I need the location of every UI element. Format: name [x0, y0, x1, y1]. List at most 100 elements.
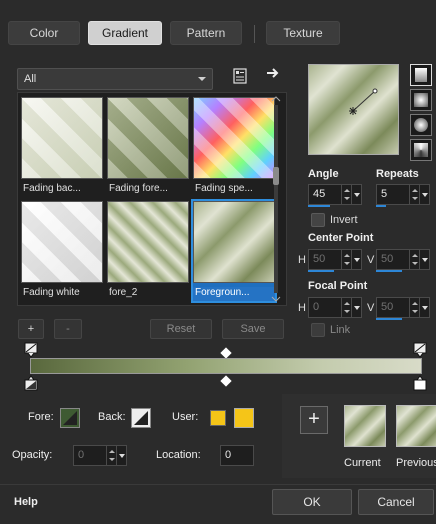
- color-stop-right[interactable]: [413, 375, 427, 394]
- tab-color[interactable]: Color: [8, 21, 80, 45]
- save-gradient-button[interactable]: Save: [222, 319, 284, 339]
- center-v-input[interactable]: 50: [376, 249, 430, 270]
- link-label: Link: [330, 324, 351, 336]
- add-to-preview-button[interactable]: +: [300, 406, 328, 434]
- gradient-bar[interactable]: [30, 358, 422, 374]
- cancel-button[interactable]: Cancel: [358, 489, 434, 515]
- center-v-stepper[interactable]: [409, 250, 419, 269]
- stop-properties-panel: Fore: Back: User: Opacity: 0 Location: 0: [0, 394, 276, 478]
- center-v-slider-fill: [376, 270, 402, 272]
- gallery-item-foreground[interactable]: Foregroun...: [191, 199, 277, 303]
- tab-pattern[interactable]: Pattern: [170, 21, 242, 45]
- help-link[interactable]: Help: [14, 496, 38, 508]
- gallery-scrollbar[interactable]: [270, 95, 282, 303]
- focal-h-input[interactable]: 0: [308, 297, 362, 318]
- focal-v-dropdown[interactable]: [419, 298, 429, 317]
- scrollbar-track: [274, 105, 278, 293]
- radial-style-button[interactable]: [410, 139, 432, 161]
- linear-gradient-icon: [415, 68, 427, 82]
- repeats-dropdown[interactable]: [419, 185, 429, 204]
- gallery-item-label: Foregroun...: [193, 287, 275, 301]
- angle-handle-icon[interactable]: [309, 65, 398, 154]
- gallery-item-fading-background[interactable]: Fading bac...: [21, 97, 103, 197]
- fore-label: Fore:: [28, 411, 54, 423]
- center-h-value: 50: [313, 253, 326, 265]
- focal-h-dropdown[interactable]: [351, 298, 361, 317]
- remove-gradient-button[interactable]: -: [54, 319, 82, 339]
- gallery-item-label: Fading white: [23, 287, 80, 298]
- tab-gradient[interactable]: Gradient: [88, 21, 162, 45]
- focal-v-input[interactable]: 50: [376, 297, 430, 318]
- user-color-small-swatch[interactable]: [210, 410, 226, 426]
- opacity-midpoint-handle[interactable]: [220, 347, 232, 359]
- focal-h-stepper[interactable]: [341, 298, 351, 317]
- location-label: Location:: [156, 449, 201, 461]
- invert-checkbox[interactable]: [311, 213, 325, 227]
- sunburst-style-button[interactable]: [410, 114, 432, 136]
- location-input[interactable]: 0: [220, 445, 254, 466]
- fore-swatch[interactable]: [60, 408, 80, 428]
- angle-stepper[interactable]: [341, 185, 351, 204]
- rectangular-style-button[interactable]: [410, 89, 432, 111]
- repeats-stepper[interactable]: [409, 185, 419, 204]
- repeats-input[interactable]: 5: [376, 184, 430, 205]
- repeats-value: 5: [381, 188, 388, 200]
- opacity-label: Opacity:: [12, 449, 53, 461]
- gallery-item-fading-white[interactable]: Fading white: [21, 201, 103, 301]
- user-label: User:: [172, 411, 199, 423]
- user-color-swatch[interactable]: [234, 408, 254, 428]
- gradient-thumbnail: [193, 201, 275, 283]
- center-h-stepper[interactable]: [341, 250, 351, 269]
- opacity-input[interactable]: 0: [73, 445, 127, 466]
- chevron-down-icon[interactable]: [271, 295, 281, 303]
- center-h-input[interactable]: 50: [308, 249, 362, 270]
- focal-h-label: H: [298, 302, 306, 314]
- chevron-up-icon[interactable]: [271, 95, 281, 103]
- add-gradient-button[interactable]: +: [18, 319, 44, 339]
- gradient-thumbnail: [21, 201, 103, 283]
- focal-v-stepper[interactable]: [409, 298, 419, 317]
- ok-button[interactable]: OK: [272, 489, 352, 515]
- fore-color-icon: [63, 411, 77, 425]
- gradient-thumbnail: [21, 97, 103, 179]
- angle-label: Angle: [308, 168, 339, 180]
- current-gradient-swatch: [344, 405, 386, 447]
- rectangular-gradient-icon: [414, 93, 428, 107]
- color-stop-left[interactable]: [24, 375, 38, 394]
- back-swatch[interactable]: [131, 408, 151, 428]
- angle-input[interactable]: 45: [308, 184, 362, 205]
- opacity-stepper[interactable]: [106, 446, 116, 465]
- scrollbar-thumb[interactable]: [273, 167, 279, 185]
- linear-style-button[interactable]: [410, 64, 432, 86]
- reset-button[interactable]: Reset: [150, 319, 212, 339]
- gallery-item-label: Fading bac...: [23, 183, 81, 194]
- list-icon: [233, 68, 247, 84]
- center-v-dropdown[interactable]: [419, 250, 429, 269]
- gallery-item-fore-2[interactable]: fore_2: [107, 201, 189, 301]
- center-v-value: 50: [381, 253, 394, 265]
- opacity-dropdown[interactable]: [116, 446, 126, 465]
- color-midpoint-handle[interactable]: [220, 375, 232, 387]
- previous-label: Previous: [396, 457, 436, 469]
- gallery-item-fading-spectrum[interactable]: Fading spe...: [193, 97, 275, 197]
- link-checkbox[interactable]: [311, 323, 325, 337]
- gallery-options-button[interactable]: [230, 68, 250, 88]
- angle-slider-fill: [308, 205, 330, 207]
- gradient-thumbnail: [107, 201, 189, 283]
- tab-texture[interactable]: Texture: [266, 21, 340, 45]
- current-label: Current: [344, 457, 381, 469]
- previous-gradient-swatch[interactable]: [396, 405, 436, 447]
- arrow-right-icon[interactable]: [263, 66, 283, 86]
- center-h-dropdown[interactable]: [351, 250, 361, 269]
- center-v-label: V: [367, 254, 375, 266]
- gallery-item-label: Fading fore...: [109, 183, 168, 194]
- gradient-preview[interactable]: [308, 64, 399, 155]
- back-label: Back:: [98, 411, 126, 423]
- radial-gradient-icon: [414, 143, 428, 157]
- gallery-filter-select[interactable]: All: [17, 68, 213, 90]
- angle-dropdown[interactable]: [351, 185, 361, 204]
- focal-h-value: 0: [313, 301, 320, 313]
- opacity-value: 0: [78, 449, 85, 461]
- gallery-item-fading-foreground[interactable]: Fading fore...: [107, 97, 189, 197]
- invert-label: Invert: [330, 214, 358, 226]
